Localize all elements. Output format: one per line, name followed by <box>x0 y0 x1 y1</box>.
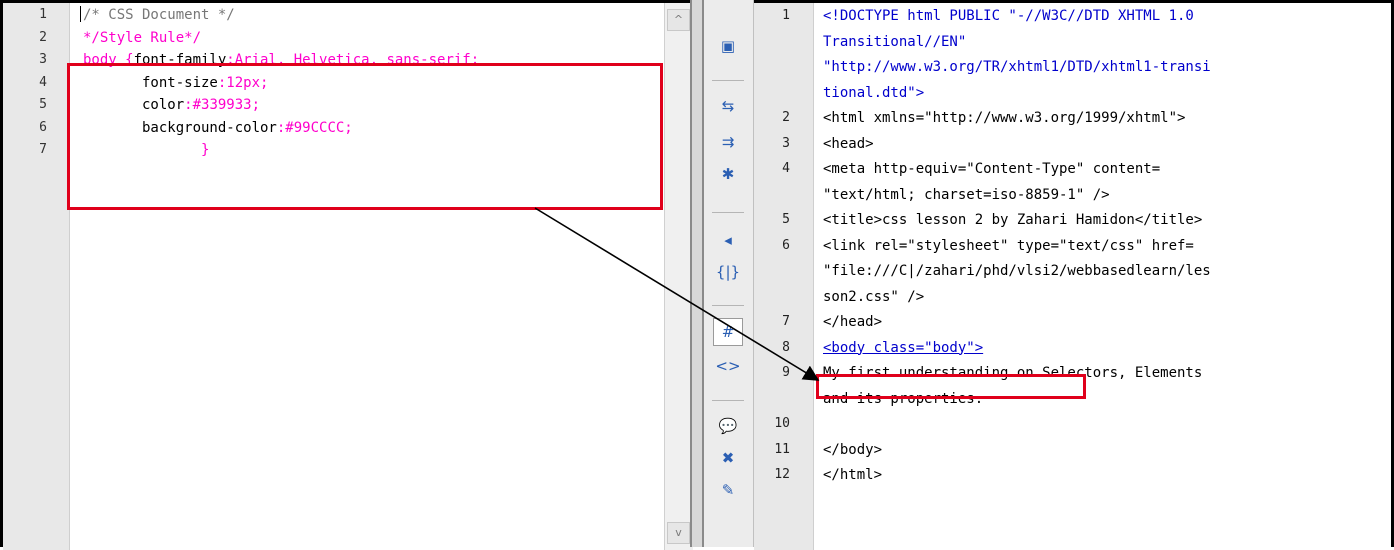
balance-braces-icon[interactable]: {|} <box>713 258 743 286</box>
toolbar-separator <box>712 80 744 81</box>
text-caret <box>80 6 81 22</box>
code-token: */Style Rule*/ <box>83 29 202 46</box>
collapse-selection-icon[interactable]: ⇉ <box>713 128 743 156</box>
line-number: 11 <box>774 441 790 457</box>
html-code-line[interactable]: <html xmlns="http://www.w3.org/1999/xhtm… <box>823 110 1185 126</box>
css-rule-highlight-box <box>67 63 663 210</box>
css-code-line[interactable]: */Style Rule*/ <box>83 30 201 46</box>
html-code-line[interactable]: <link rel="stylesheet" type="text/css" h… <box>823 238 1194 254</box>
line-number: 3 <box>782 135 790 151</box>
html-code-line[interactable]: <body class="body"> <box>823 340 983 356</box>
html-code-line[interactable]: tional.dtd"> <box>823 85 924 101</box>
coding-toolbar: ▣ ⇆ ⇉ ✱ ◂ {|} # <> 💬 ✖ ✎ <box>704 0 754 547</box>
line-number: 7 <box>782 314 790 329</box>
body-tag-highlight-box <box>816 374 1086 399</box>
html-code-line[interactable]: </head> <box>823 314 882 330</box>
line-numbers-icon[interactable]: # <box>713 318 743 346</box>
file-options-icon[interactable]: ▣ <box>713 32 743 60</box>
format-source-icon[interactable]: ✎ <box>713 476 743 504</box>
line-number: 2 <box>782 110 790 125</box>
html-code-line[interactable]: Transitional//EN" <box>823 34 966 50</box>
apply-comment-icon[interactable]: 💬 <box>713 412 743 440</box>
line-number: 8 <box>782 339 790 355</box>
line-number: 3 <box>39 52 47 67</box>
html-code-line[interactable]: son2.css" /> <box>823 289 924 305</box>
line-number: 12 <box>774 467 790 482</box>
line-number: 1 <box>782 8 790 23</box>
line-number: 1 <box>39 7 47 22</box>
toolbar-separator <box>712 212 744 213</box>
line-number: 5 <box>782 212 790 227</box>
css-code-line[interactable]: /* CSS Document */ <box>83 7 235 23</box>
collapse-full-tag-icon[interactable]: ⇆ <box>713 92 743 120</box>
css-line-number-gutter: 1 2 3 4 5 6 7 <box>3 3 70 550</box>
editor-window: 1234567 /* CSS Document */*/Style Rule*/… <box>0 0 1394 550</box>
html-code-line[interactable]: "text/html; charset=iso-8859-1" /> <box>823 187 1110 203</box>
html-code-line[interactable]: "http://www.w3.org/TR/xhtml1/DTD/xhtml1-… <box>823 59 1211 75</box>
html-code-line[interactable]: </html> <box>823 467 882 483</box>
line-number: 2 <box>39 29 47 45</box>
html-code-line[interactable]: <!DOCTYPE html PUBLIC "-//W3C//DTD XHTML… <box>823 8 1194 24</box>
html-code-line[interactable]: <meta http-equiv="Content-Type" content= <box>823 161 1160 177</box>
html-line-number-gutter: 1 2 3 4 5 6 7 8 9 10 11 12 <box>754 3 814 550</box>
toolbar-separator <box>712 400 744 401</box>
split-view-divider[interactable] <box>690 0 704 547</box>
code-token: /* CSS Document */ <box>83 7 235 23</box>
line-number: 9 <box>782 365 790 380</box>
html-code-line[interactable]: <title>css lesson 2 by Zahari Hamidon</t… <box>823 212 1202 228</box>
line-number: 4 <box>39 74 47 90</box>
toolbar-separator <box>712 305 744 306</box>
line-number: 4 <box>782 161 790 176</box>
css-vertical-scrollbar[interactable]: ^ v <box>664 3 693 550</box>
html-code-line[interactable]: "file:///C|/zahari/phd/vlsi2/webbasedlea… <box>823 263 1211 279</box>
html-code-line[interactable]: </body> <box>823 442 882 458</box>
line-number: 7 <box>39 142 47 157</box>
select-parent-tag-icon[interactable]: ◂ <box>713 226 743 254</box>
scroll-down-arrow-icon[interactable]: v <box>667 522 690 544</box>
line-number: 6 <box>39 119 47 135</box>
line-number: 5 <box>39 97 47 112</box>
scroll-up-arrow-icon[interactable]: ^ <box>667 9 690 31</box>
line-number: 10 <box>774 416 790 431</box>
html-code-line[interactable]: <head> <box>823 136 874 152</box>
line-number: 6 <box>782 237 790 253</box>
html-editor-pane[interactable]: 1 2 3 4 5 6 7 8 9 10 11 12 <!DOCTYPE html PUBLIC "-… <box>754 0 1394 550</box>
highlight-invalid-code-icon[interactable]: <> <box>713 352 743 380</box>
remove-comment-icon[interactable]: ✖ <box>713 444 743 472</box>
expand-all-icon[interactable]: ✱ <box>713 160 743 188</box>
